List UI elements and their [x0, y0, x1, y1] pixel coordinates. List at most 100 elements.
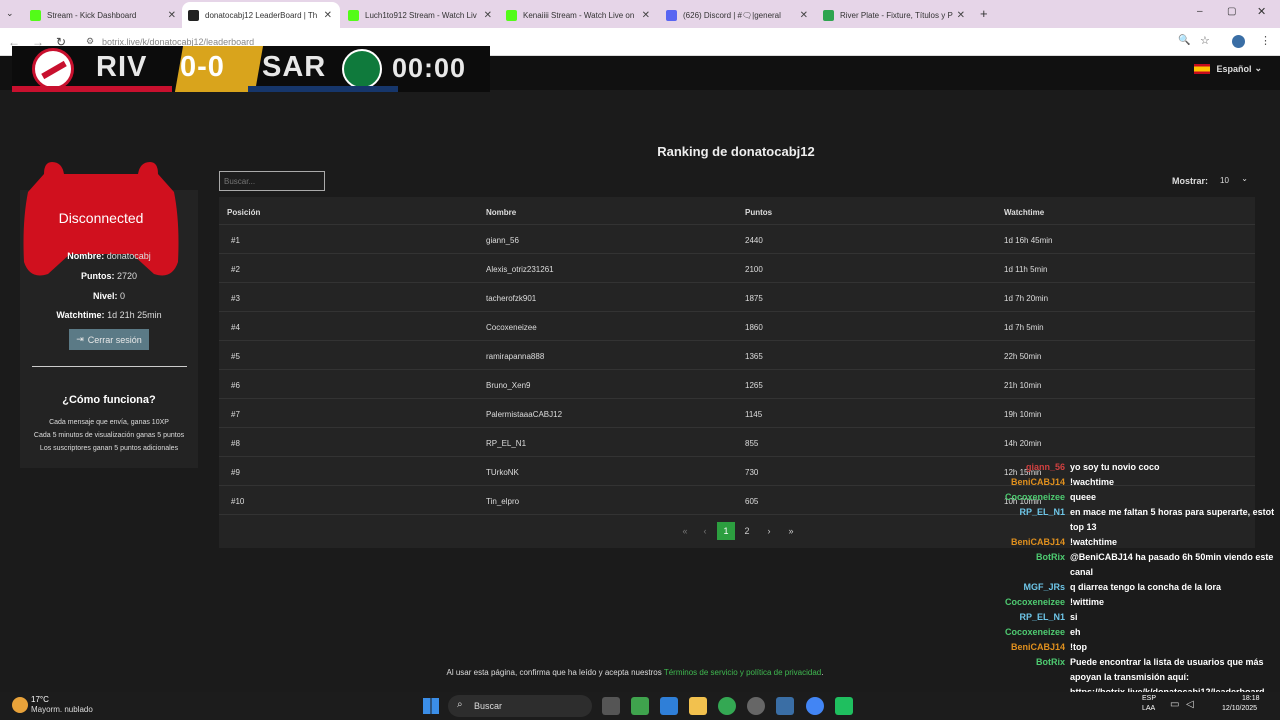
taskbar-search[interactable]: ⌕ Buscar — [448, 695, 592, 717]
chrome-icon[interactable] — [718, 697, 736, 715]
app-icon[interactable] — [776, 697, 794, 715]
app-icon[interactable] — [835, 697, 853, 715]
score-text: 0-0 — [180, 51, 225, 83]
chat-text: en mace me faltan 5 horas para superarte… — [1070, 507, 1275, 532]
minimize-button[interactable]: – — [1197, 6, 1203, 17]
table-cell: Cocoxeneizee — [486, 323, 537, 332]
browser-tab[interactable]: Stream - Kick Dashboard ✕ — [24, 4, 184, 26]
chevron-down-icon: ⌄ — [1241, 174, 1248, 183]
chat-username: BeniCABJ14 — [1010, 537, 1065, 547]
lang-indicator[interactable]: ESP — [1142, 695, 1156, 702]
settings-icon[interactable] — [747, 697, 765, 715]
browser-tab[interactable]: Luch1to912 Stream - Watch Liv ✕ — [342, 4, 500, 26]
search-icon: ⌕ — [457, 699, 463, 710]
column-header[interactable]: Puntos — [745, 208, 772, 217]
close-tab-icon[interactable]: ✕ — [800, 10, 808, 21]
next-page-icon[interactable]: › — [760, 522, 778, 540]
chat-text: q diarrea tengo la concha de la lora — [1070, 582, 1222, 592]
connection-status: Disconnected — [58, 210, 144, 226]
maximize-button[interactable]: ▢ — [1227, 6, 1236, 17]
first-page-icon[interactable]: « — [676, 522, 694, 540]
weather-temp: 17°C — [31, 695, 49, 704]
logout-label: Cerrar sesión — [87, 334, 142, 345]
column-header[interactable]: Watchtime — [1004, 208, 1044, 217]
table-cell: 1d 16h 45min — [1004, 236, 1053, 245]
menu-dots-icon[interactable]: ⋮ — [1260, 34, 1271, 47]
close-tab-icon[interactable]: ✕ — [484, 10, 492, 21]
close-window-button[interactable]: ✕ — [1257, 5, 1266, 18]
tab-title: Stream - Kick Dashboard — [47, 10, 137, 20]
close-tab-icon[interactable]: ✕ — [168, 10, 176, 21]
tab-title: Luch1to912 Stream - Watch Liv — [365, 10, 477, 20]
chat-text: !watchtime — [1070, 537, 1118, 547]
browser-tab[interactable]: Kenaiiii Stream - Watch Live on ✕ — [500, 4, 658, 26]
terms-link[interactable]: Términos de servicio y política de priva… — [664, 668, 821, 677]
table-row: #1 giann_56 2440 1d 16h 45min — [219, 225, 1255, 254]
table-cell: Alexis_otriz231261 — [486, 265, 554, 274]
rule-item: Cada 5 minutos de visualización ganas 5 … — [33, 432, 185, 439]
table-cell: 1365 — [745, 352, 763, 361]
table-cell: tacherofzk901 — [486, 294, 537, 303]
chevron-down-icon: ⌄ — [1254, 63, 1262, 73]
logout-button[interactable]: ⇥ Cerrar sesión — [69, 329, 149, 350]
chat-text: si — [1070, 612, 1078, 622]
divider — [32, 366, 187, 367]
favicon-icon — [823, 9, 834, 21]
table-row: #3 tacherofzk901 1875 1d 7h 20min — [219, 283, 1255, 312]
page-size-select[interactable]: 10 ⌄ — [1214, 171, 1254, 191]
wifi-icon[interactable]: ▭ — [1170, 699, 1179, 710]
table-cell: #3 — [231, 294, 240, 303]
table-cell: #6 — [231, 381, 240, 390]
chat-text: @BeniCABJ14 ha pasado 6h 50min viendo es… — [1070, 552, 1274, 577]
favicon-icon — [666, 9, 677, 21]
tab-list-chevron-icon[interactable]: ⌄ — [6, 8, 14, 19]
sarmiento-crest-icon — [342, 49, 382, 89]
table-cell: 2100 — [745, 265, 763, 274]
profile-avatar[interactable] — [1232, 35, 1245, 48]
column-header[interactable]: Posición — [227, 208, 260, 217]
show-label: Mostrar: — [1172, 176, 1209, 186]
table-cell: 605 — [745, 497, 759, 506]
close-tab-icon[interactable]: ✕ — [957, 10, 965, 21]
away-team: SAR — [262, 51, 327, 83]
table-cell: 21h 10min — [1004, 381, 1042, 390]
windows-start-icon[interactable] — [423, 698, 439, 714]
bookmark-star-icon[interactable]: ☆ — [1200, 34, 1210, 47]
table-cell: Bruno_Xen9 — [486, 381, 531, 390]
close-tab-icon[interactable]: ✕ — [324, 10, 332, 21]
close-tab-icon[interactable]: ✕ — [642, 10, 650, 21]
table-row: #6 Bruno_Xen9 1265 21h 10min — [219, 370, 1255, 399]
taskbar: 17°C Mayorm. nublado ⌕ Buscar ESP LAA ▭ … — [0, 692, 1280, 720]
page-button-1[interactable]: 1 — [717, 522, 735, 540]
page-size-value: 10 — [1220, 176, 1229, 185]
chat-text: queee — [1070, 492, 1097, 502]
tab-title: donatocabj12 LeaderBoard | Th — [205, 10, 318, 20]
new-tab-button[interactable]: + — [980, 6, 988, 21]
home-team: RIV — [96, 51, 148, 83]
browser-tab[interactable]: River Plate - Fixture, Títulos y P ✕ — [817, 4, 973, 26]
search-input[interactable] — [219, 171, 325, 191]
browser-tab[interactable]: (626) Discord | #🗨|general ✕ — [660, 4, 816, 26]
prev-page-icon[interactable]: ‹ — [696, 522, 714, 540]
last-page-icon[interactable]: » — [782, 522, 800, 540]
page-button-2[interactable]: 2 — [738, 522, 756, 540]
language-selector[interactable]: Español ⌄ — [1194, 63, 1262, 74]
chrome-active-icon[interactable] — [806, 697, 824, 715]
table-row: #4 Cocoxeneizee 1860 1d 7h 5min — [219, 312, 1255, 341]
app-icon[interactable] — [631, 697, 649, 715]
table-row: #2 Alexis_otriz231261 2100 1d 11h 5min — [219, 254, 1255, 283]
table-cell: #2 — [231, 265, 240, 274]
weather-icon[interactable] — [12, 697, 28, 713]
chat-text: !top — [1070, 642, 1087, 652]
browser-tab[interactable]: donatocabj12 LeaderBoard | Th ✕ — [182, 2, 340, 28]
table-cell: #7 — [231, 410, 240, 419]
column-header[interactable]: Nombre — [486, 208, 516, 217]
clock-time: 18:18 — [1242, 695, 1260, 702]
task-view-icon[interactable] — [602, 697, 620, 715]
zoom-icon[interactable]: 🔍 — [1178, 35, 1190, 46]
volume-icon[interactable]: ◁ — [1186, 699, 1194, 710]
watchtime-value: 1d 21h 25min — [107, 310, 162, 320]
calculator-icon[interactable] — [660, 697, 678, 715]
file-explorer-icon[interactable] — [689, 697, 707, 715]
chat-text: !wachtime — [1070, 477, 1115, 487]
